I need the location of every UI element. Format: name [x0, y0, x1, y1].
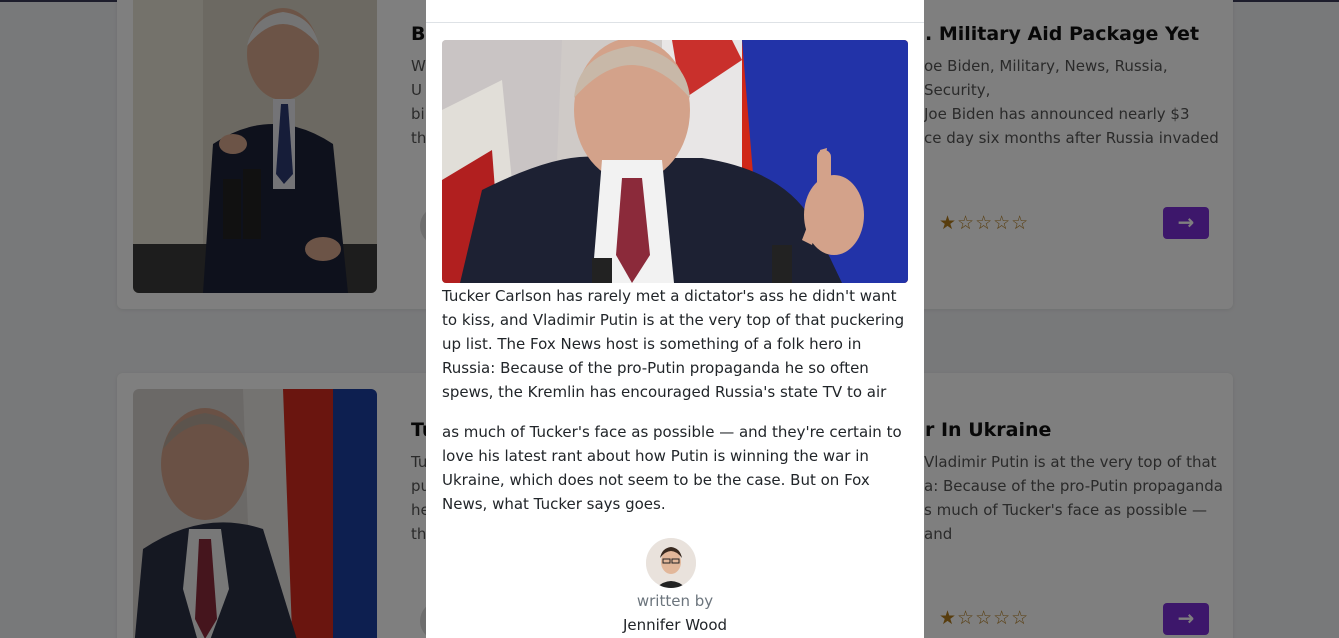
written-by-label: written by	[636, 592, 714, 610]
article-hero-image	[442, 40, 908, 283]
author-avatar	[646, 538, 696, 588]
article-paragraph: as much of Tucker's face as possible — a…	[442, 423, 902, 513]
article-modal: Tucker Carlson has rarely met a dictator…	[426, 0, 924, 638]
modal-header-divider	[426, 22, 924, 23]
article-paragraph: Tucker Carlson has rarely met a dictator…	[442, 287, 905, 401]
author-name[interactable]: Jennifer Wood	[426, 616, 924, 634]
